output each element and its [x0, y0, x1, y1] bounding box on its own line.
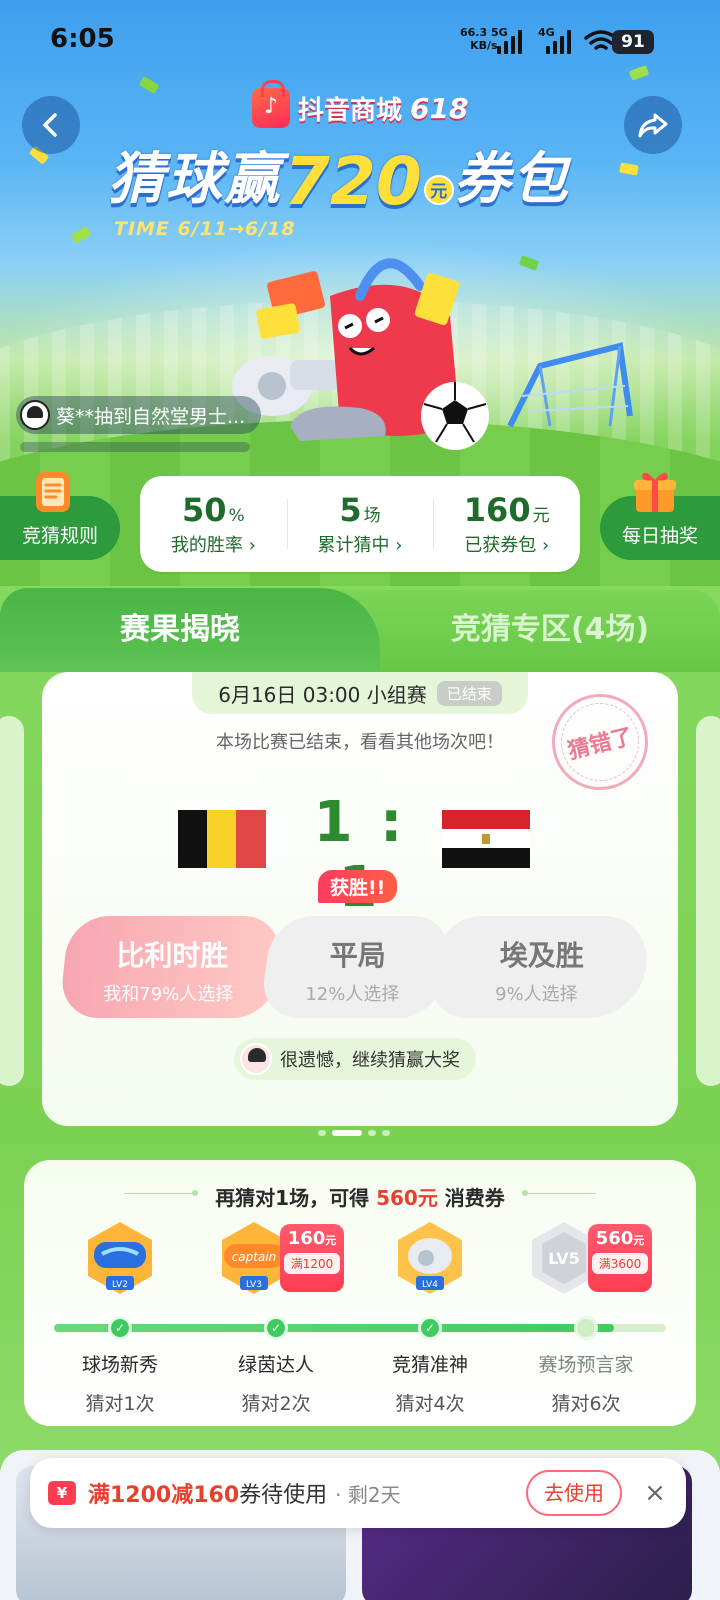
signal-icon [546, 28, 571, 54]
close-icon[interactable]: × [636, 1474, 674, 1512]
checkmark-icon: ✓ [264, 1316, 288, 1340]
carousel-dot-active [332, 1130, 362, 1136]
title-amount: 720 [284, 143, 422, 220]
level-4: 赛场预言家 猜对6次 [538, 1354, 634, 1415]
coupon-highlight: 满1200减160 [88, 1483, 240, 1508]
confetti [619, 162, 639, 176]
gift-icon [634, 472, 676, 512]
match-card: 6月16日 03:00 小组赛 已结束 猜错了 本场比赛已结束，看看其他场次吧！… [42, 672, 678, 1126]
level-3: 竞猜准神 猜对4次 [391, 1354, 468, 1415]
tab-results[interactable]: 赛果揭晓 [0, 588, 380, 672]
brand-618: 618 [410, 91, 469, 125]
back-button[interactable] [22, 96, 80, 154]
carousel-dots [318, 1130, 390, 1136]
svg-text:LV5: LV5 [548, 1249, 580, 1268]
svg-text:LV4: LV4 [422, 1280, 438, 1290]
coupon-text: 券待使用 [239, 1483, 328, 1508]
status-badge: 已结束 [436, 680, 502, 706]
match-info: 6月16日 03:00 小组赛 已结束 [192, 672, 528, 714]
option-belgium-win[interactable]: 比利时胜 我和79%人选择 [58, 916, 284, 1018]
confetti [70, 226, 92, 244]
avatar [240, 1043, 272, 1075]
signal-icon [497, 28, 522, 54]
checkmark-icon: ✓ [418, 1316, 442, 1340]
battery-indicator: 91 [612, 30, 654, 54]
brand-header: ♪ 抖音商城 618 [252, 80, 469, 128]
medal-lv4-icon: LV4 [398, 1222, 462, 1294]
carousel-dot [318, 1130, 326, 1136]
level-2: 绿茵达人 猜对2次 [237, 1354, 314, 1415]
svg-text:captain: captain [232, 1250, 277, 1264]
share-icon [638, 113, 668, 138]
medal-lv2-icon: LV2 [88, 1222, 152, 1294]
match-note: 本场比赛已结束，看看其他场次吧！ [216, 732, 504, 753]
title-suffix: 券包 [453, 147, 570, 212]
encourage-banner: 很遗憾，继续猜赢大奖 [234, 1038, 476, 1080]
status-time: 6:05 [50, 24, 115, 54]
reward-coupon-560[interactable]: 560元 满3600 [588, 1224, 652, 1292]
winner-marquee: 葵**抽到自然堂男士... [16, 396, 262, 434]
status-bar: 6:05 66.3 5G KB/s 4G 91 [0, 0, 720, 84]
svg-text:LV2: LV2 [112, 1280, 128, 1290]
egypt-flag-icon [442, 810, 530, 868]
progress-node-pending [574, 1316, 598, 1340]
svg-text:LV3: LV3 [246, 1280, 262, 1290]
belgium-flag-icon [178, 810, 266, 868]
carousel-dot [368, 1130, 376, 1136]
rules-icon [36, 472, 70, 512]
level-progress-card: 再猜对1场，可得 560元 消费券 LV2 captain LV3 160元 满… [24, 1160, 696, 1426]
coupon-remaining: · 剩2天 [335, 1482, 401, 1507]
douyin-mall-logo: ♪ [252, 80, 290, 128]
match-time: 6月16日 03:00 小组赛 [218, 682, 427, 707]
daily-draw-label: 每日抽奖 [621, 525, 698, 547]
chevron-left-icon [43, 113, 57, 137]
title-unit: 元 [423, 175, 454, 205]
marquee-text: 葵**抽到自然堂男士... [56, 405, 246, 428]
carousel-dot [382, 1130, 390, 1136]
reward-coupon-160[interactable]: 160元 满1200 [280, 1224, 344, 1292]
brand-name: 抖音商城 [298, 95, 403, 126]
option-draw[interactable]: 平局 12%人选择 [258, 916, 454, 1018]
share-button[interactable] [624, 96, 682, 154]
coupon-toast: ¥ 满1200减160 券待使用 · 剩2天 去使用 × [30, 1458, 686, 1528]
stat-coupon-total[interactable]: 160 元 已获券包 › [433, 491, 580, 557]
marquee-next [20, 442, 250, 452]
use-coupon-button[interactable]: 去使用 [526, 1470, 622, 1516]
page-title: 猜球赢 720 元 券包 [108, 134, 570, 215]
avatar [20, 400, 50, 430]
rules-label: 竞猜规则 [21, 525, 98, 547]
checkmark-icon: ✓ [108, 1316, 132, 1340]
tab-guess-zone[interactable]: 竞猜专区(4场) [400, 588, 700, 672]
prev-card-peek[interactable] [0, 716, 24, 1086]
encourage-text: 很遗憾，继续猜赢大奖 [280, 1050, 460, 1071]
option-egypt-win[interactable]: 埃及胜 9%人选择 [426, 916, 654, 1018]
next-card-peek[interactable] [696, 716, 720, 1086]
progress-fill [54, 1324, 614, 1332]
stat-win-rate[interactable]: 50% 我的胜率 › [140, 491, 287, 557]
level-1: 球场新秀 猜对1次 [81, 1354, 158, 1415]
title-prefix: 猜球赢 [108, 147, 282, 212]
stat-correct-guesses[interactable]: 5场 累计猜中 › [286, 491, 434, 557]
coupon-icon: ¥ [48, 1481, 76, 1505]
stats-panel: 50% 我的胜率 › 5场 累计猜中 › 160 元 已获券包 › [140, 476, 580, 572]
winner-tag: 获胜!! [318, 870, 398, 903]
progress-title: 再猜对1场，可得 560元 消费券 [215, 1186, 505, 1210]
mascot-illustration [232, 258, 633, 450]
